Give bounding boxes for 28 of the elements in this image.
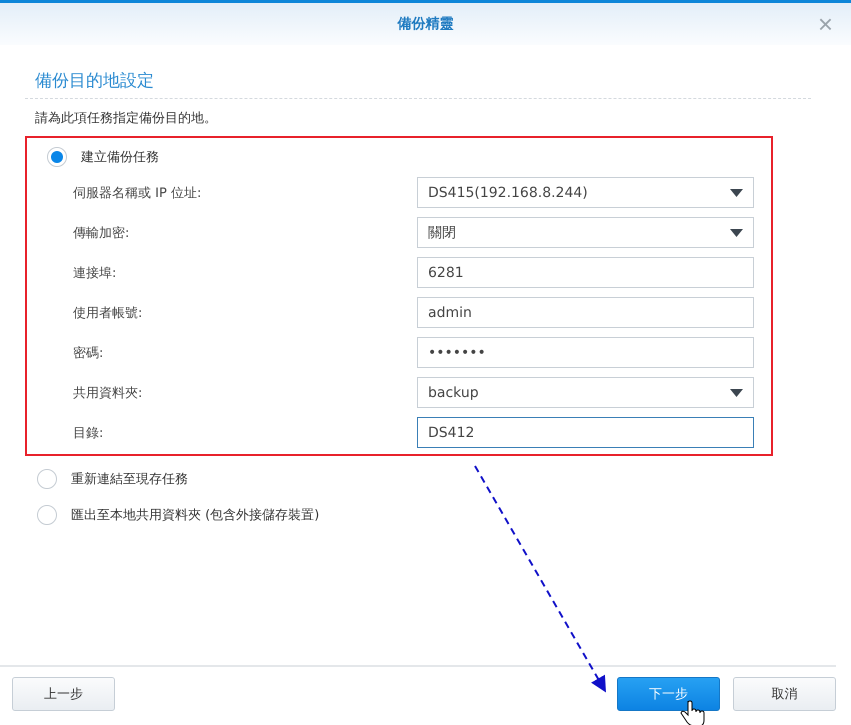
input-field[interactable]: DS412 <box>417 417 754 448</box>
input-field[interactable]: admin <box>417 297 754 328</box>
field-label: 連接埠: <box>73 264 118 282</box>
caret-icon <box>730 388 743 396</box>
window-title: 備份精靈 <box>398 15 454 33</box>
dropdown[interactable]: 關閉 <box>417 217 754 248</box>
footer-button[interactable]: 取消 <box>733 677 836 711</box>
radio-button[interactable] <box>37 505 57 525</box>
option-label: 建立備份任務 <box>81 149 159 166</box>
section-title: 備份目的地設定 <box>25 69 811 99</box>
field-label: 目錄: <box>73 424 104 442</box>
footer-button[interactable]: 上一步 <box>12 677 115 711</box>
radio-button[interactable] <box>37 469 57 489</box>
section-description: 請為此項任務指定備份目的地。 <box>34 110 218 127</box>
field-label: 共用資料夾: <box>73 384 144 402</box>
input-field[interactable]: 6281 <box>417 257 754 288</box>
password-field[interactable]: ••••••• <box>417 337 754 368</box>
field-label: 使用者帳號: <box>73 304 144 322</box>
option-label: 重新連結至現存任務 <box>71 471 188 488</box>
option-label: 匯出至本地共用資料夾 (包含外接儲存裝置) <box>71 507 320 524</box>
field-label: 密碼: <box>73 344 104 362</box>
radio-button[interactable] <box>47 147 67 167</box>
caret-icon <box>730 188 743 196</box>
dropdown[interactable]: DS415(192.168.8.244) <box>417 177 754 208</box>
dropdown[interactable]: backup <box>417 377 754 408</box>
caret-icon <box>730 228 743 236</box>
field-label: 伺服器名稱或 IP 位址: <box>73 184 202 202</box>
field-label: 傳輸加密: <box>73 224 130 242</box>
